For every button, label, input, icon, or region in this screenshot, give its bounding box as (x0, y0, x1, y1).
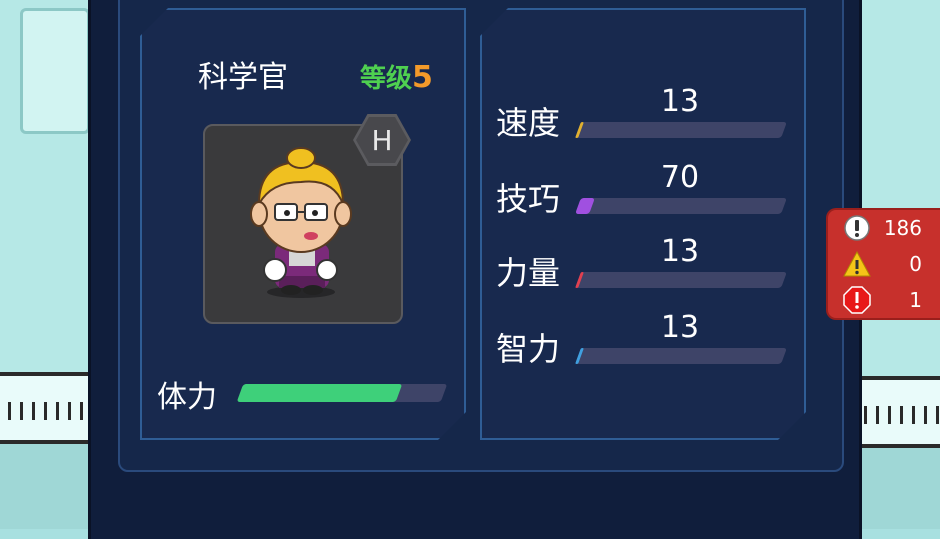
stamina-bar (236, 384, 448, 402)
railing (0, 372, 90, 444)
alert-counter-panel[interactable]: 186 0 1 (826, 208, 940, 320)
stat-label: 力量 (496, 254, 561, 292)
left-scenery (0, 0, 90, 529)
stat-bar (575, 198, 787, 214)
rank-badge-letter: H (371, 123, 393, 157)
alert-row-warning: 0 (842, 248, 938, 280)
alert-row-info: 186 (842, 212, 938, 244)
stat-value: 13 (660, 234, 700, 269)
stats-card (480, 8, 806, 440)
stamina-bar-fill (236, 384, 403, 402)
stat-bar (575, 272, 787, 288)
alert-row-error: 1 (842, 284, 938, 316)
stat-label: 速度 (496, 104, 561, 142)
stat-value: 13 (660, 310, 700, 345)
stat-label: 智力 (496, 330, 561, 368)
railing (852, 376, 940, 448)
alert-count-info: 186 (883, 216, 922, 240)
character-name: 科学官 (198, 60, 288, 95)
alert-count-warning: 0 (909, 252, 922, 276)
warning-triangle-icon (843, 250, 871, 277)
level-label: 等级 (360, 64, 413, 94)
stat-value: 70 (660, 160, 700, 195)
stat-bar (575, 348, 787, 364)
stat-bar (575, 122, 787, 138)
stat-value: 13 (660, 84, 700, 119)
character-level: 等级5 (360, 58, 433, 95)
alert-count-error: 1 (909, 288, 922, 312)
stamina-label: 体力 (157, 380, 217, 415)
level-number: 5 (412, 60, 433, 95)
info-circle-icon (844, 215, 870, 241)
wall-panel (20, 8, 90, 134)
stat-label: 技巧 (496, 180, 561, 218)
error-octagon-icon (843, 286, 871, 314)
